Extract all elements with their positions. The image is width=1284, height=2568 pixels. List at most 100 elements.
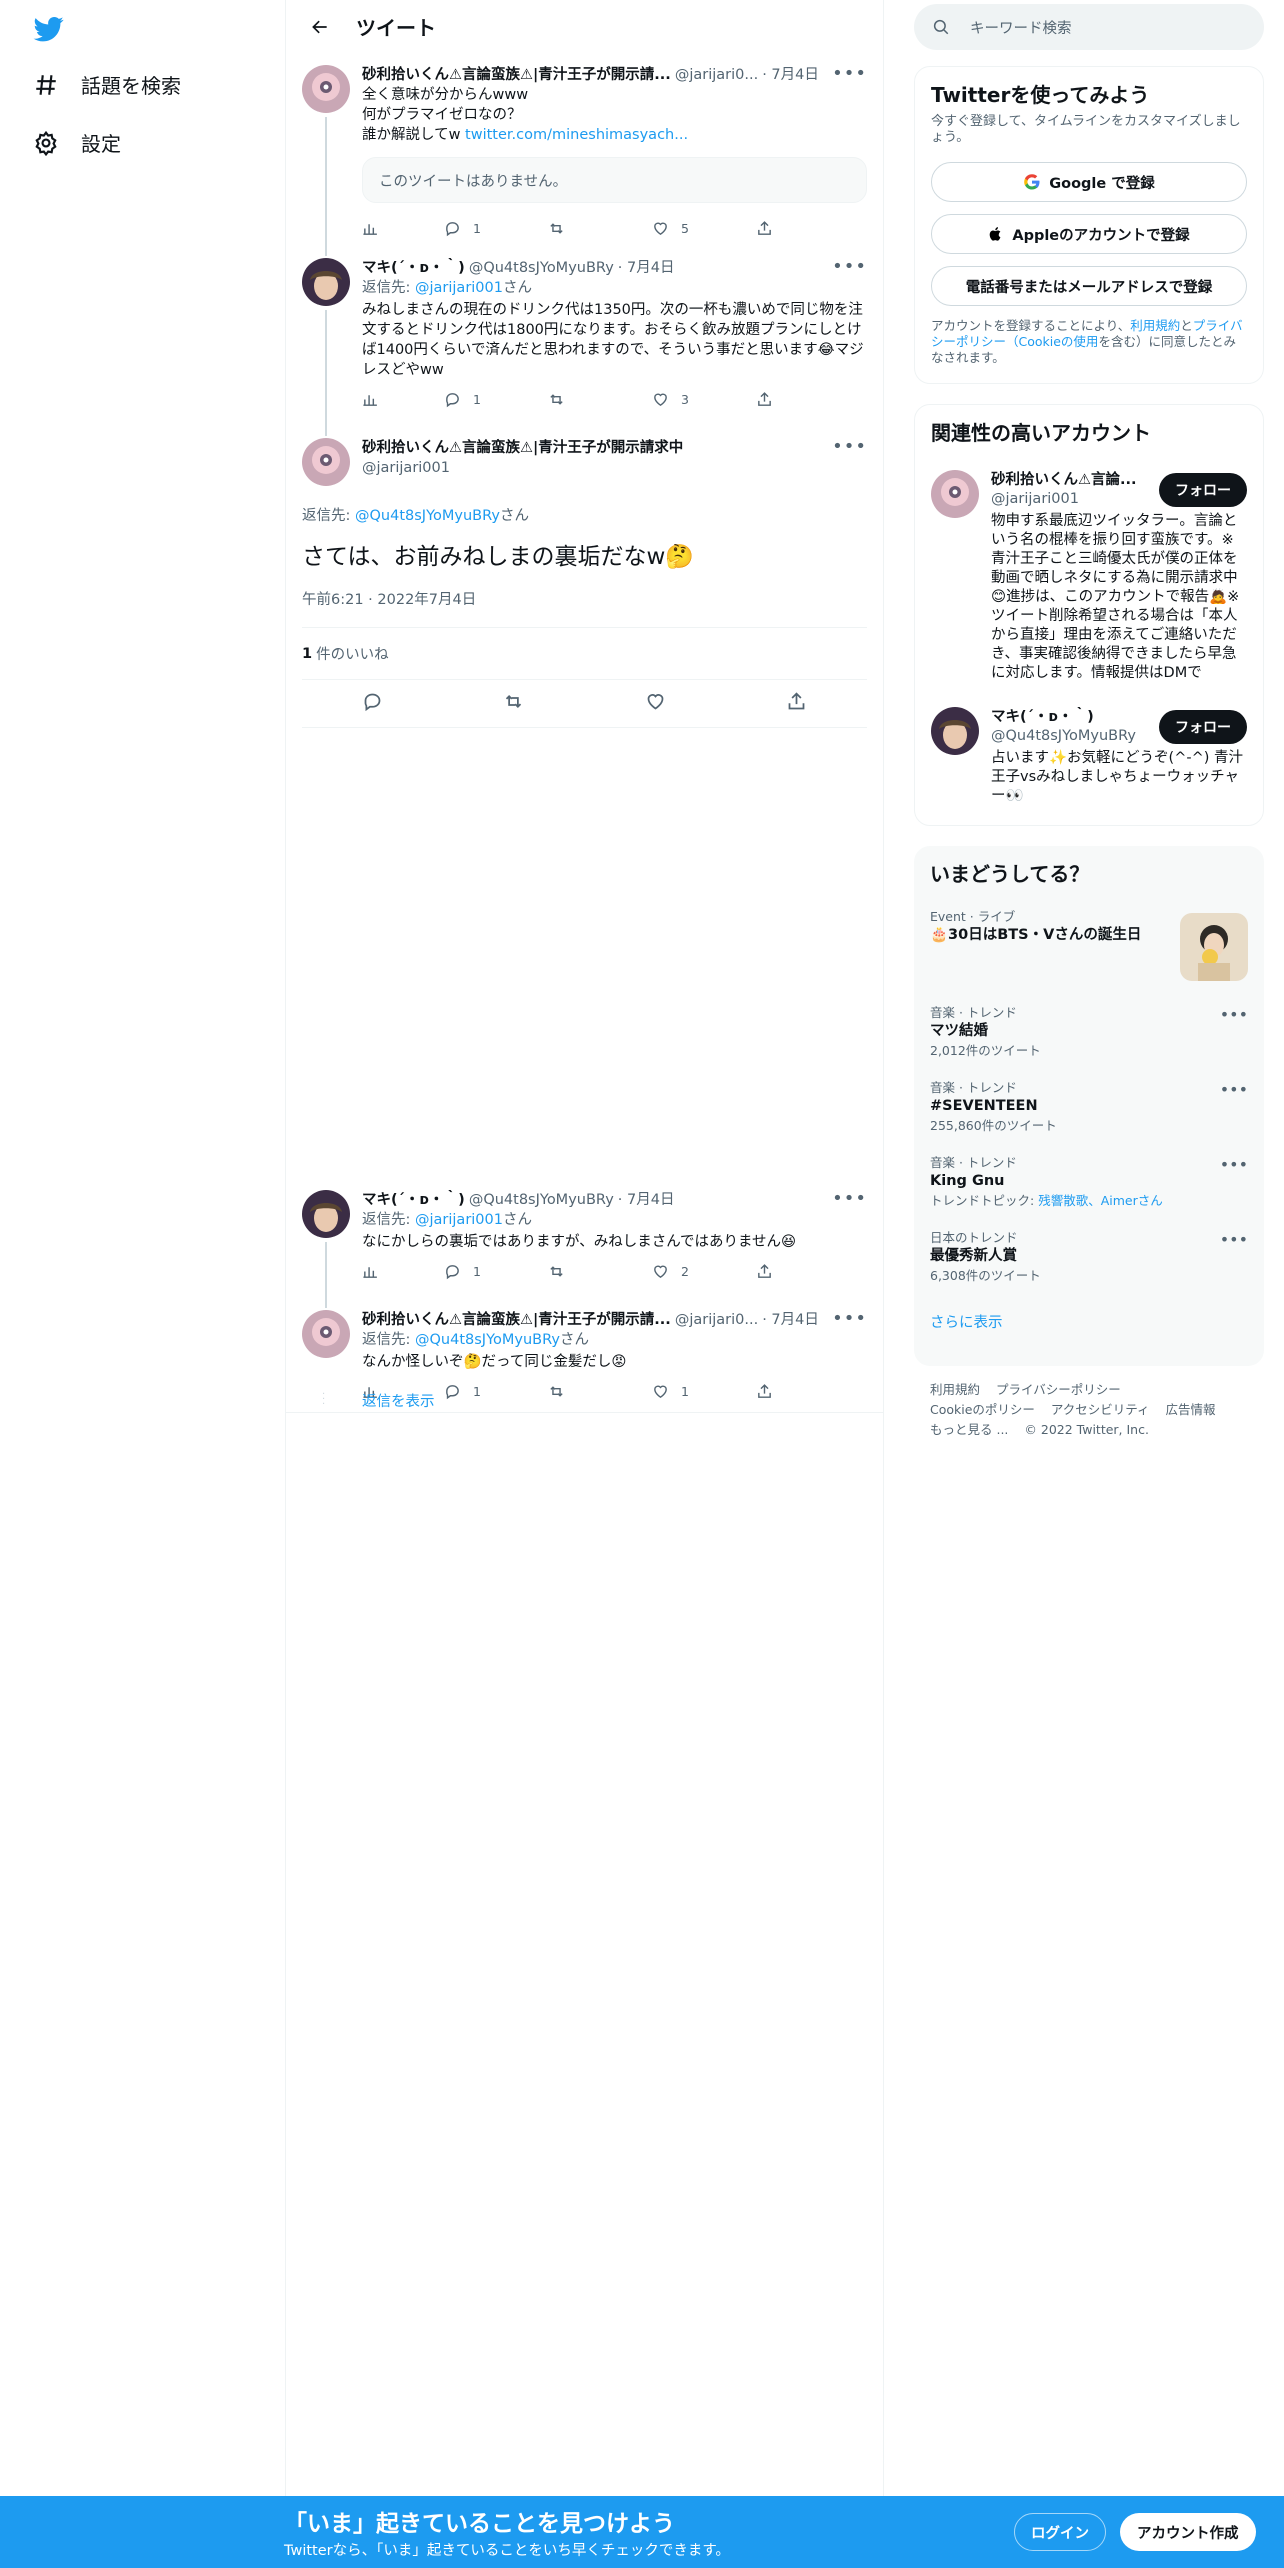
signup-card-title: Twitterを使ってみよう [931,83,1150,107]
twitter-logo-icon[interactable] [33,14,65,44]
retweet-button[interactable] [548,1383,652,1400]
avatar[interactable] [302,1190,350,1238]
avatar[interactable] [302,65,350,113]
more-icon[interactable]: ••• [832,63,867,84]
author-handle[interactable]: @jarijari001 [362,458,867,478]
footer-more-link[interactable]: もっと見る ... [930,1422,1008,1437]
thread-tweet[interactable]: マキ(´・ᴅ・｀) @Qu4t8sJYoMyuBRy · 7月4日 ••• 返信… [286,246,883,426]
author-name[interactable]: 砂利拾いくん⚠言論蛮族⚠|青汁王子が開示請求中 [362,438,867,458]
trend-item[interactable]: Event · ライブ 🎂30日はBTS・Vさんの誕生日 [914,899,1264,995]
more-icon[interactable]: ••• [832,1188,867,1209]
more-icon[interactable]: ••• [1220,1155,1248,1174]
author-handle[interactable]: @Qu4t8sJYoMyuBRy [469,1190,614,1210]
phone-email-signup-button[interactable]: 電話番号またはメールアドレスで登録 [931,266,1247,306]
mention-link[interactable]: @jarijari001 [415,280,503,296]
reply-button[interactable]: 1 [444,391,548,408]
share-button[interactable] [756,1263,860,1280]
like-button[interactable] [645,691,666,716]
author-name[interactable]: マキ(´・ᴅ・｀) [362,258,465,278]
more-icon[interactable]: ••• [832,256,867,277]
footer-link[interactable]: Cookieのポリシー [930,1402,1035,1417]
mention-link[interactable]: @jarijari001 [415,1212,503,1228]
reply-tweet[interactable]: マキ(´・ᴅ・｀) @Qu4t8sJYoMyuBRy · 7月4日 ••• 返信… [286,1178,883,1298]
likes-summary[interactable]: 1 件のいいね [302,628,867,680]
like-button[interactable]: 2 [652,1263,756,1280]
follow-button[interactable]: フォロー [1159,710,1247,744]
reply-button[interactable]: 1 [444,220,548,237]
like-button[interactable]: 5 [652,220,756,237]
reply-button[interactable]: 1 [444,1263,548,1280]
more-icon[interactable]: ••• [832,1308,867,1329]
trend-item[interactable]: 音楽 · トレンド マツ結婚 2,012件のツイート ••• [914,995,1264,1070]
google-signup-button[interactable]: Google で登録 [931,162,1247,202]
show-more-link[interactable]: さらに表示 [914,1295,1264,1348]
share-button[interactable] [756,1383,860,1400]
reply-count: 1 [473,1383,481,1399]
tweet-date[interactable]: · 7月4日 [618,1190,675,1210]
account-item[interactable]: マキ(´・ᴅ・｀) @Qu4t8sJYoMyuBRy 占います✨お気軽にどうぞ(… [915,695,1263,818]
tweet-link[interactable]: twitter.com/mineshimasyach... [465,127,688,143]
retweet-button[interactable] [548,220,652,237]
analytics-button[interactable] [362,1263,444,1280]
like-button[interactable]: 3 [652,391,756,408]
avatar[interactable] [302,258,350,306]
avatar[interactable] [931,707,979,755]
thread-line [325,246,327,256]
retweet-button[interactable] [548,391,652,408]
author-handle[interactable]: @Qu4t8sJYoMyuBRy [469,258,614,278]
back-button[interactable] [302,9,338,45]
trend-item[interactable]: 音楽 · トレンド King Gnu トレンドトピック: 残響散歌、Aimerさ… [914,1145,1264,1220]
share-button[interactable] [786,691,807,716]
analytics-button[interactable] [362,220,444,237]
search-input[interactable]: キーワード検索 [914,4,1264,50]
retweet-button[interactable] [503,691,524,716]
account-item[interactable]: 砂利拾いくん⚠言論... @jarijari001 物申す系最底辺ツイッタラー。… [915,458,1263,695]
page-title: ツイート [356,16,436,40]
author-handle[interactable]: @jarijari0... [675,65,758,85]
tweet-timestamp[interactable]: 午前6:21 · 2022年7月4日 [302,588,867,628]
mention-link[interactable]: @Qu4t8sJYoMyuBRy [415,1332,560,1348]
share-button[interactable] [756,391,860,408]
reply-button[interactable]: 1 [444,1383,548,1400]
author-name[interactable]: 砂利拾いくん⚠言論蛮族⚠|青汁王子が開示請... [362,65,671,85]
more-icon[interactable]: ••• [1220,1230,1248,1249]
follow-button[interactable]: フォロー [1159,473,1247,507]
author-name[interactable]: 砂利拾いくん⚠言論蛮族⚠|青汁王子が開示請... [362,1310,671,1330]
mention-link[interactable]: @Qu4t8sJYoMyuBRy [355,508,500,524]
share-button[interactable] [756,220,860,237]
retweet-button[interactable] [548,1263,652,1280]
terms-link[interactable]: 利用規約 [1130,318,1180,333]
avatar[interactable] [931,470,979,518]
signup-button[interactable]: アカウント作成 [1120,2513,1256,2551]
show-replies-link[interactable]: 返信を表示 [362,1390,435,1411]
footer-link[interactable]: 利用規約 [930,1382,980,1397]
login-button[interactable]: ログイン [1014,2513,1106,2551]
nav-settings[interactable]: 設定 [33,128,121,157]
more-icon[interactable]: ••• [1220,1080,1248,1099]
more-icon[interactable]: ••• [1220,1005,1248,1024]
footer-link[interactable]: 広告情報 [1166,1402,1216,1417]
apple-signup-button[interactable]: Appleのアカウントで登録 [931,214,1247,254]
footer-link[interactable]: アクセシビリティ [1051,1402,1150,1417]
reply-button[interactable] [362,691,383,716]
reply-tweet[interactable]: 砂利拾いくん⚠言論蛮族⚠|青汁王子が開示請... @jarijari0... ·… [286,1298,883,1413]
tweet-date[interactable]: · 7月4日 [618,258,675,278]
more-icon[interactable]: ••• [832,436,867,457]
footer-link[interactable]: プライバシーポリシー [996,1382,1121,1397]
trend-item[interactable]: 日本のトレンド 最優秀新人賞 6,308件のツイート ••• [914,1220,1264,1295]
avatar[interactable] [302,1310,350,1358]
thread-tweet[interactable]: 砂利拾いくん⚠言論蛮族⚠|青汁王子が開示請... @jarijari0... ·… [286,53,883,246]
analytics-button[interactable] [362,391,444,408]
account-name[interactable]: 砂利拾いくん⚠言論... [991,470,1141,490]
account-name[interactable]: マキ(´・ᴅ・｀) [991,707,1141,727]
likes-count: 1 [302,645,313,662]
author-handle[interactable]: @jarijari0... [675,1310,758,1330]
tweet-date[interactable]: · 7月4日 [762,1310,819,1330]
trend-topics-link[interactable]: 残響散歌、Aimerさん [1038,1193,1163,1208]
avatar[interactable] [302,438,350,486]
author-name[interactable]: マキ(´・ᴅ・｀) [362,1190,465,1210]
like-button[interactable]: 1 [652,1383,756,1400]
nav-explore[interactable]: 話題を検索 [33,70,181,99]
tweet-date[interactable]: · 7月4日 [762,65,819,85]
trend-item[interactable]: 音楽 · トレンド #SEVENTEEN 255,860件のツイート ••• [914,1070,1264,1145]
